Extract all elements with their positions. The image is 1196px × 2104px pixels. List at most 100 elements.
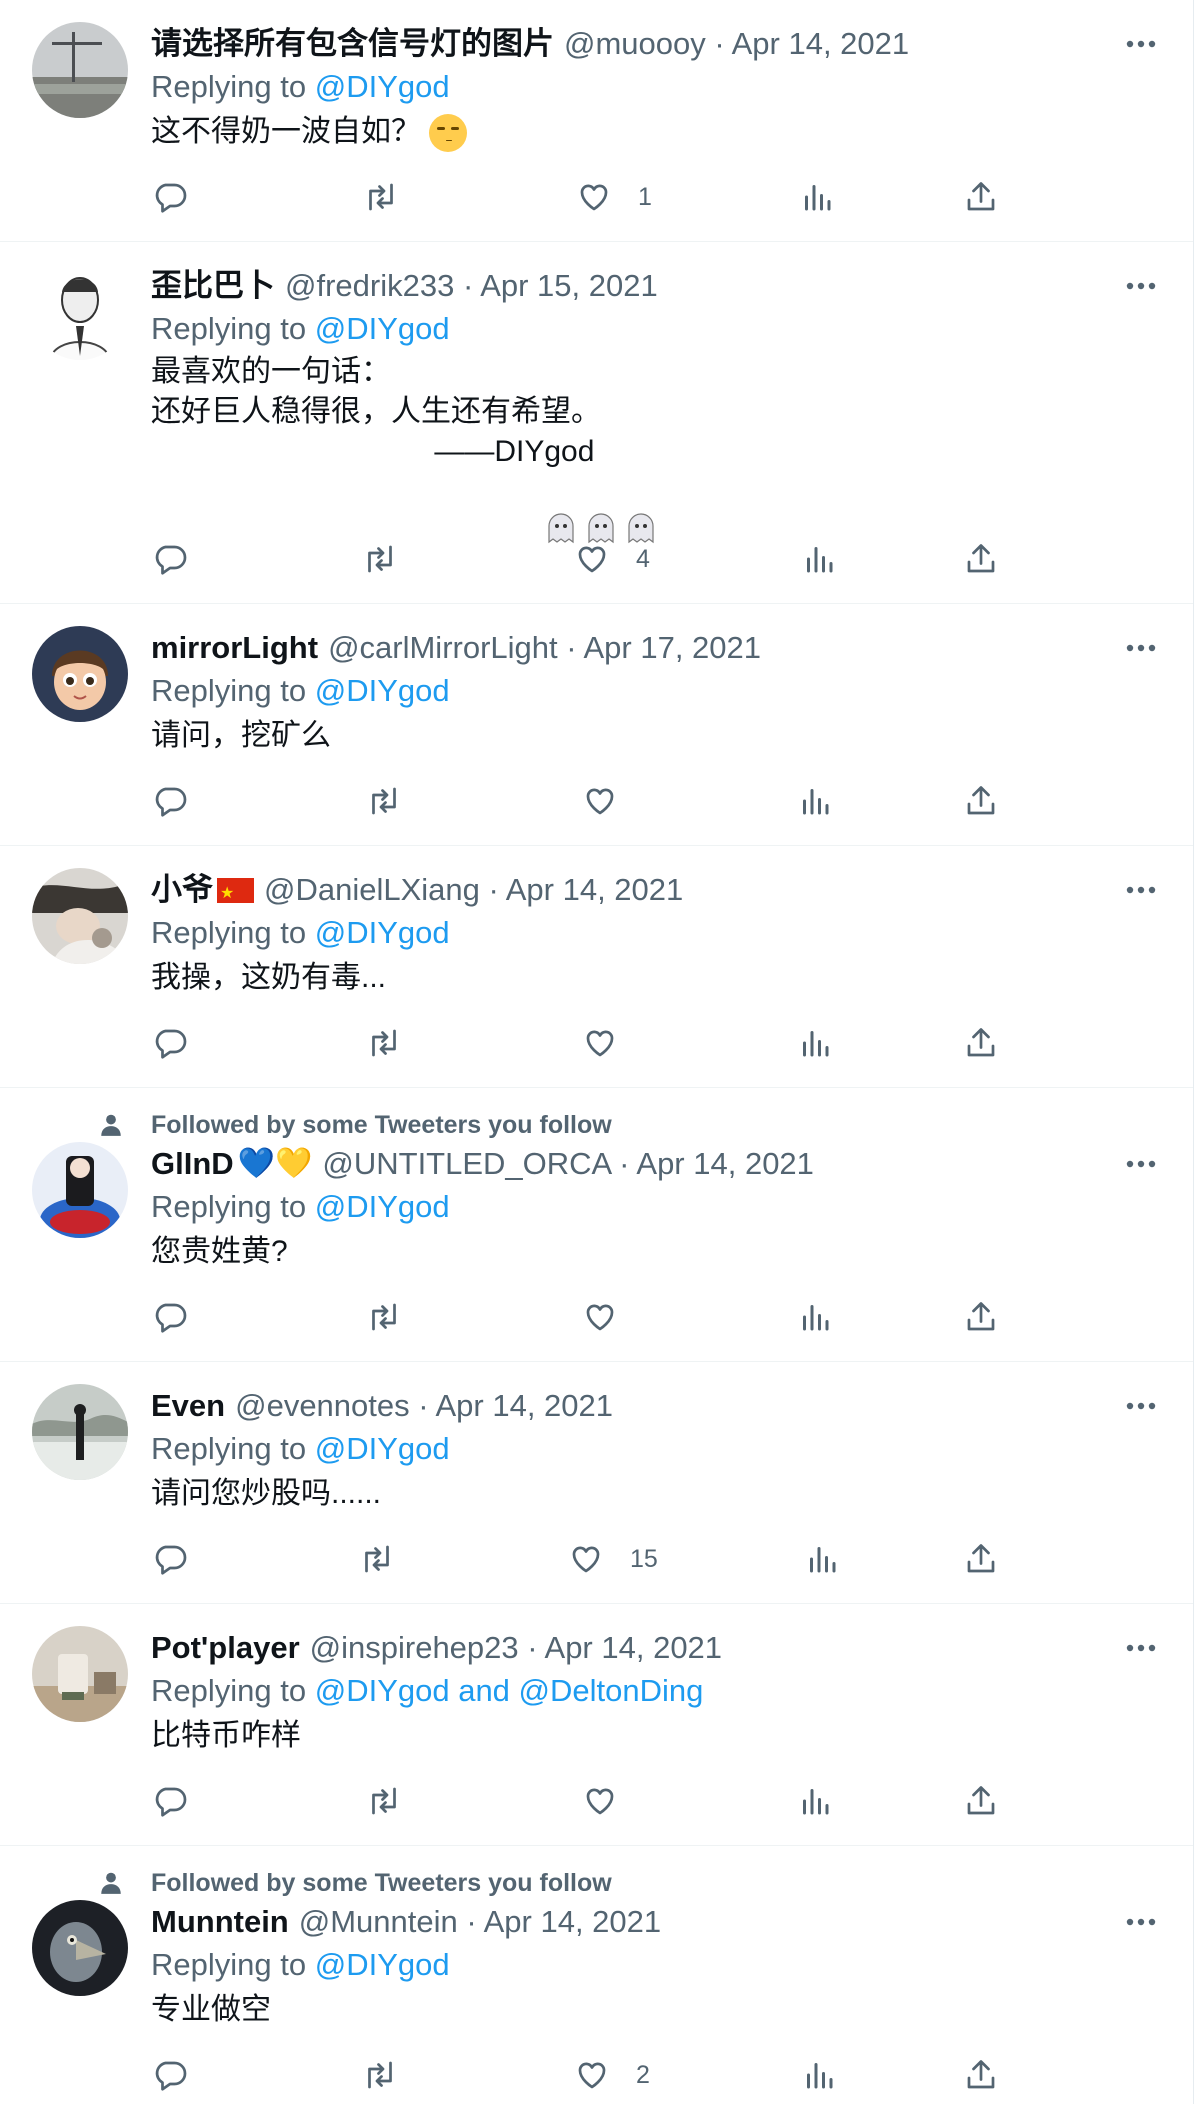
share-button[interactable]	[963, 537, 999, 581]
share-button[interactable]	[963, 1779, 999, 1823]
handle[interactable]: @fredrik233	[285, 268, 454, 303]
avatar[interactable]	[32, 1626, 128, 1722]
more-icon[interactable]	[1123, 1904, 1159, 1940]
display-name[interactable]: 小爷	[151, 870, 213, 910]
retweet-button[interactable]	[363, 175, 399, 219]
handle[interactable]: @muoooy	[564, 26, 706, 61]
avatar[interactable]	[32, 1142, 128, 1238]
more-icon[interactable]	[1123, 872, 1159, 908]
display-name[interactable]: mirrorLight	[151, 628, 318, 668]
share-button[interactable]	[963, 779, 999, 823]
tweet-text: 比特币咋样	[151, 1719, 301, 1752]
handle[interactable]: @evennotes	[235, 1388, 410, 1423]
mention-link[interactable]: @DIYgod and @DeltonDing	[315, 1673, 704, 1708]
more-icon[interactable]	[1123, 1388, 1159, 1424]
retweet-button[interactable]	[366, 1021, 402, 1065]
like-button[interactable]: 2	[574, 2053, 650, 2097]
share-button[interactable]	[963, 1021, 999, 1065]
more-icon[interactable]	[1123, 268, 1159, 304]
mention-link[interactable]: @DIYgod	[315, 673, 450, 708]
reply-tweet[interactable]: Followed by some Tweeters you follow GlI…	[0, 1088, 1193, 1362]
more-icon[interactable]	[1123, 1630, 1159, 1666]
views-button[interactable]	[801, 2053, 837, 2097]
views-button[interactable]	[797, 1779, 833, 1823]
reply-button[interactable]	[152, 1295, 188, 1339]
reply-button[interactable]	[152, 2053, 188, 2097]
views-button[interactable]	[804, 1537, 840, 1581]
share-button[interactable]	[963, 2053, 999, 2097]
avatar[interactable]	[32, 868, 128, 964]
display-name[interactable]: Munntein	[151, 1902, 289, 1942]
timestamp[interactable]: Apr 14, 2021	[732, 26, 910, 61]
views-button[interactable]	[799, 175, 835, 219]
avatar[interactable]	[32, 264, 128, 360]
like-button[interactable]: 15	[568, 1537, 658, 1581]
like-button[interactable]	[582, 1021, 644, 1065]
like-button[interactable]	[582, 779, 644, 823]
reply-tweet[interactable]: Followed by some Tweeters you follow Mun…	[0, 1846, 1193, 2104]
avatar[interactable]	[32, 1900, 128, 1996]
display-name[interactable]: 请选择所有包含信号灯的图片	[151, 24, 554, 64]
mention-link[interactable]: @DIYgod	[315, 69, 450, 104]
timestamp[interactable]: Apr 14, 2021	[636, 1146, 814, 1181]
retweet-button[interactable]	[366, 1295, 402, 1339]
handle[interactable]: @UNTITLED_ORCA	[322, 1146, 610, 1181]
retweet-button[interactable]	[366, 1779, 402, 1823]
reply-button[interactable]	[152, 1779, 188, 1823]
share-icon	[967, 1302, 995, 1331]
more-icon[interactable]	[1123, 26, 1159, 62]
handle[interactable]: @Munntein	[299, 1904, 458, 1939]
reply-button[interactable]	[152, 779, 188, 823]
timestamp[interactable]: Apr 14, 2021	[436, 1388, 614, 1423]
avatar[interactable]	[32, 1384, 128, 1480]
share-button[interactable]	[963, 175, 999, 219]
mention-link[interactable]: @DIYgod	[315, 1947, 450, 1982]
retweet-button[interactable]	[366, 779, 402, 823]
timestamp[interactable]: Apr 15, 2021	[480, 268, 658, 303]
like-button[interactable]	[582, 1295, 644, 1339]
retweet-icon	[368, 545, 392, 573]
reply-button[interactable]	[152, 537, 188, 581]
display-name[interactable]: GlInD	[151, 1144, 234, 1184]
handle[interactable]: @DanielLXiang	[264, 872, 480, 907]
timestamp[interactable]: Apr 14, 2021	[484, 1904, 662, 1939]
reply-button[interactable]	[152, 1537, 188, 1581]
avatar[interactable]	[32, 626, 128, 722]
like-button[interactable]: 1	[576, 175, 652, 219]
more-icon[interactable]	[1123, 630, 1159, 666]
display-name[interactable]: Even	[151, 1386, 225, 1426]
reply-tweet[interactable]: 请选择所有包含信号灯的图片 @muoooy · Apr 14, 2021 Rep…	[0, 0, 1193, 242]
views-button[interactable]	[797, 779, 833, 823]
retweet-button[interactable]	[359, 1537, 395, 1581]
share-button[interactable]	[963, 1295, 999, 1339]
retweet-button[interactable]	[362, 537, 398, 581]
views-button[interactable]	[801, 537, 837, 581]
reply-tweet[interactable]: 歪比巴卜 @fredrik233 · Apr 15, 2021 Replying…	[0, 242, 1193, 604]
mention-link[interactable]: @DIYgod	[315, 311, 450, 346]
timestamp[interactable]: Apr 14, 2021	[506, 872, 684, 907]
retweet-button[interactable]	[362, 2053, 398, 2097]
timestamp[interactable]: Apr 14, 2021	[545, 1630, 723, 1665]
views-button[interactable]	[797, 1021, 833, 1065]
reply-tweet[interactable]: Even @evennotes · Apr 14, 2021 Replying …	[0, 1362, 1193, 1604]
reply-tweet[interactable]: Pot'player @inspirehep23 · Apr 14, 2021 …	[0, 1604, 1193, 1846]
like-button[interactable]: 4	[574, 537, 650, 581]
avatar[interactable]	[32, 22, 128, 118]
mention-link[interactable]: @DIYgod	[315, 1431, 450, 1466]
mention-link[interactable]: @DIYgod	[315, 915, 450, 950]
more-icon[interactable]	[1123, 1146, 1159, 1182]
views-button[interactable]	[797, 1295, 833, 1339]
handle[interactable]: @carlMirrorLight	[328, 630, 558, 665]
reply-button[interactable]	[152, 175, 188, 219]
reply-tweet[interactable]: mirrorLight @carlMirrorLight · Apr 17, 2…	[0, 604, 1193, 846]
timestamp[interactable]: Apr 17, 2021	[584, 630, 762, 665]
display-name[interactable]: Pot'player	[151, 1628, 300, 1668]
handle[interactable]: @inspirehep23	[310, 1630, 519, 1665]
display-name[interactable]: 歪比巴卜	[151, 266, 275, 306]
share-button[interactable]	[963, 1537, 999, 1581]
like-button[interactable]	[582, 1779, 644, 1823]
mention-link[interactable]: @DIYgod	[315, 1189, 450, 1224]
reply-tweet[interactable]: 小爷 @DanielLXiang · Apr 14, 2021 Replying…	[0, 846, 1193, 1088]
reply-button[interactable]	[152, 1021, 188, 1065]
retweet-icon	[372, 1303, 396, 1331]
